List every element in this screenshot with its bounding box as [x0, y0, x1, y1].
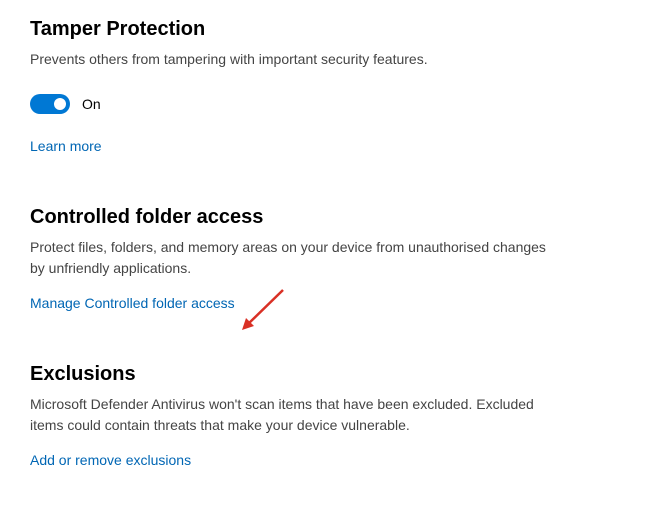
exclusions-section: Exclusions Microsoft Defender Antivirus … — [30, 363, 634, 470]
exclusions-description: Microsoft Defender Antivirus won't scan … — [30, 394, 550, 436]
controlled-folder-description: Protect files, folders, and memory areas… — [30, 237, 550, 279]
exclusions-title: Exclusions — [30, 363, 634, 386]
add-remove-exclusions-link[interactable]: Add or remove exclusions — [30, 452, 191, 468]
manage-controlled-folder-link[interactable]: Manage Controlled folder access — [30, 295, 235, 311]
tamper-description: Prevents others from tampering with impo… — [30, 49, 550, 70]
learn-more-link[interactable]: Learn more — [30, 138, 102, 154]
controlled-folder-section: Controlled folder access Protect files, … — [30, 206, 634, 313]
tamper-toggle[interactable] — [30, 94, 70, 114]
tamper-title: Tamper Protection — [30, 18, 634, 41]
controlled-folder-title: Controlled folder access — [30, 206, 634, 229]
tamper-toggle-row: On — [30, 94, 634, 114]
tamper-toggle-label: On — [82, 96, 101, 112]
tamper-protection-section: Tamper Protection Prevents others from t… — [30, 18, 634, 156]
